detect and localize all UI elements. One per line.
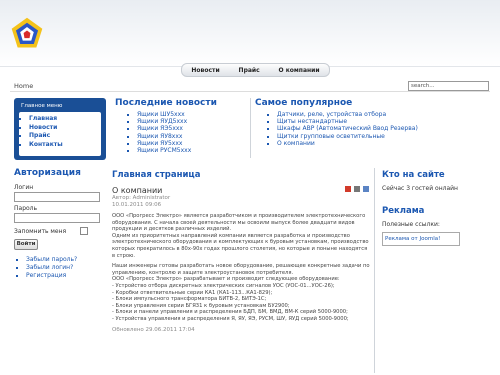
who-online-title: Кто на сайте bbox=[382, 170, 445, 180]
article-list-item: - Устройство отбора дискретных электриче… bbox=[112, 282, 335, 289]
pdf-icon[interactable] bbox=[345, 186, 351, 192]
news-link[interactable]: Ящики ЯЭ5ххх bbox=[137, 125, 245, 132]
site-header bbox=[0, 0, 500, 67]
ads-label: Полезные ссылки: bbox=[382, 221, 440, 228]
article-paragraph: Одним из приоритетных направлений компан… bbox=[112, 232, 369, 259]
popular-link[interactable]: О компании bbox=[277, 140, 425, 147]
main-menu-list-box: Главная Новости Прайс Контакты bbox=[19, 112, 101, 156]
article-updated: Обновлено 29.06.2011 17:04 bbox=[112, 326, 195, 333]
popular-link[interactable]: Шкафы АВР (Автоматический Ввод Резерва) bbox=[277, 125, 425, 132]
news-link[interactable]: Ящики ЯУ8ххх bbox=[137, 133, 245, 140]
print-icon[interactable] bbox=[354, 186, 360, 192]
remember-row: Запомнить меня bbox=[14, 227, 106, 235]
company-logo[interactable] bbox=[10, 16, 44, 50]
article-actions bbox=[345, 186, 369, 192]
main-menu-title: Главное меню bbox=[21, 103, 63, 109]
password-label: Пароль bbox=[14, 205, 38, 212]
article-list-item: - Блоки импульсного трансформатора БИТВ-… bbox=[112, 296, 267, 303]
news-link[interactable]: Ящики ЯУД5ххх bbox=[137, 118, 245, 125]
column-divider bbox=[250, 98, 251, 158]
search-input[interactable] bbox=[408, 81, 489, 91]
forgot-password-link[interactable]: Забыли пароль? bbox=[26, 256, 106, 264]
remember-label: Запомнить меня bbox=[14, 227, 67, 235]
latest-news-title: Последние новости bbox=[115, 98, 217, 108]
login-button[interactable]: Войти bbox=[14, 239, 38, 250]
login-label: Логин bbox=[14, 184, 34, 191]
article-title: О компании bbox=[112, 186, 163, 195]
popular: Самое популярное Датчики, реле, устройст… bbox=[255, 98, 425, 147]
article: Главная страница О компании Автор: Admin… bbox=[112, 170, 370, 334]
right-sidebar: Кто на сайте Сейчас 3 гостей онлайн Рекл… bbox=[382, 170, 492, 246]
email-icon[interactable] bbox=[363, 186, 369, 192]
popular-link[interactable]: Щитки групповые осветительные bbox=[277, 133, 425, 140]
popular-title: Самое популярное bbox=[255, 98, 353, 108]
article-list-item: - Коробки ответвительные серии КА1 (КА1-… bbox=[112, 289, 273, 296]
remember-checkbox[interactable] bbox=[80, 227, 89, 235]
latest-news: Последние новости Ящики ШУ5ххх Ящики ЯУД… bbox=[115, 98, 245, 154]
login-field[interactable] bbox=[14, 192, 100, 202]
news-link[interactable]: Ящики РУСМ5ххх bbox=[137, 147, 245, 154]
column-divider bbox=[374, 168, 375, 373]
popular-link[interactable]: Щиты нестандартные bbox=[277, 118, 425, 125]
nav-item-news[interactable]: Новости bbox=[191, 67, 219, 74]
menu-item-news[interactable]: Новости bbox=[29, 124, 101, 133]
article-list-item: - Блоки и панели управления и распределе… bbox=[112, 309, 348, 316]
menu-item-home[interactable]: Главная bbox=[29, 115, 101, 124]
ad-link[interactable]: Реклама от Joomla! bbox=[382, 232, 460, 246]
article-paragraph: ООО «Прогресс Электро» является разработ… bbox=[112, 213, 366, 233]
register-link[interactable]: Регистрация bbox=[26, 272, 106, 280]
article-date: 10.01.2011 09:06 bbox=[112, 202, 162, 208]
ads-title: Реклама bbox=[382, 206, 425, 216]
article-list-item: - Устройства управления и распределения … bbox=[112, 315, 349, 322]
menu-item-price[interactable]: Прайс bbox=[29, 132, 101, 141]
breadcrumb[interactable]: Home bbox=[14, 82, 33, 90]
news-link[interactable]: Ящики ЯУ5ххх bbox=[137, 140, 245, 147]
nav-item-price[interactable]: Прайс bbox=[239, 67, 260, 74]
article-author: Автор: Administrator bbox=[112, 195, 171, 201]
forgot-login-link[interactable]: Забыли логин? bbox=[26, 264, 106, 272]
nav-item-about[interactable]: О компании bbox=[279, 67, 320, 74]
top-navigation: Новости Прайс О компании bbox=[181, 63, 330, 77]
page-title: Главная страница bbox=[112, 170, 201, 180]
menu-item-contacts[interactable]: Контакты bbox=[29, 141, 101, 150]
who-online-text: Сейчас 3 гостей онлайн bbox=[382, 185, 458, 192]
popular-link[interactable]: Датчики, реле, устройства отбора bbox=[277, 111, 425, 118]
news-link[interactable]: Ящики ШУ5ххх bbox=[137, 111, 245, 118]
article-paragraph: ООО «Прогресс Электро» разрабатывает и п… bbox=[112, 276, 340, 283]
article-paragraph: Наши инженеры готовы разработать новое о… bbox=[112, 263, 370, 276]
login-module: Авторизация Логин Пароль Запомнить меня … bbox=[14, 168, 106, 280]
auth-title: Авторизация bbox=[14, 168, 81, 178]
password-field[interactable] bbox=[14, 213, 100, 223]
main-menu: Главное меню Главная Новости Прайс Конта… bbox=[14, 98, 106, 160]
